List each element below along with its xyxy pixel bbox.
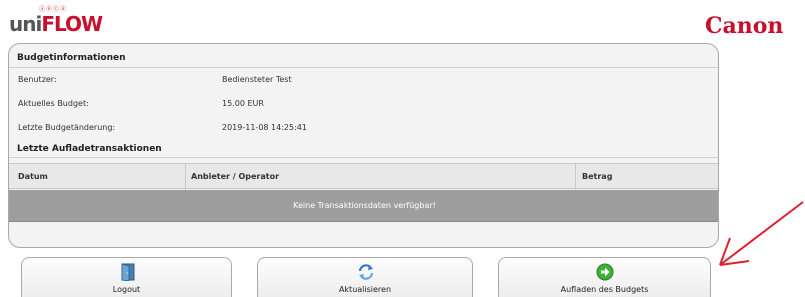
uniflow-logo-uni: uni [9, 12, 42, 36]
transactions-table-header: Datum Anbieter / Operator Betrag [9, 163, 718, 190]
column-divider [575, 164, 576, 190]
empty-message: Keine Transaktionsdaten verfügbar! [293, 201, 436, 210]
annotation-arrow [719, 201, 804, 266]
column-divider [185, 164, 186, 190]
charge-budget-label: Aufladen des Budgets [560, 285, 649, 294]
user-value: Bediensteter Test [222, 75, 292, 84]
last-change-value: 2019-11-08 14:25:41 [222, 123, 307, 132]
current-budget-value: 15.00 EUR [222, 99, 264, 108]
green-arrow-right-icon [596, 263, 614, 281]
uniflow-logo: ⓐⓑⓒⓓ uniFLOW [9, 4, 103, 36]
canon-logo: Canon [705, 13, 784, 39]
column-header-amount[interactable]: Betrag [582, 172, 612, 181]
user-label: Benutzer: [18, 75, 57, 84]
last-change-label: Letzte Budgetänderung: [18, 123, 116, 132]
column-header-date[interactable]: Datum [18, 172, 48, 181]
door-exit-icon [121, 263, 135, 281]
transactions-title: Letzte Aufladetransaktionen [17, 144, 162, 154]
refresh-arrows-icon [358, 264, 374, 280]
refresh-label: Aktualisieren [338, 285, 392, 294]
charge-budget-button[interactable]: Aufladen des Budgets [498, 257, 711, 297]
column-header-operator[interactable]: Anbieter / Operator [191, 172, 279, 181]
divider [9, 67, 718, 68]
logout-button[interactable]: Logout [21, 257, 232, 297]
transactions-empty-row: Keine Transaktionsdaten verfügbar! [9, 190, 718, 222]
divider [9, 157, 718, 158]
refresh-button[interactable]: Aktualisieren [257, 257, 473, 297]
uniflow-logo-text: uniFLOW [9, 12, 103, 36]
current-budget-label: Aktuelles Budget: [18, 99, 89, 108]
budget-info-title: Budgetinformationen [17, 53, 126, 63]
budget-panel: Budgetinformationen Benutzer: Bedienstet… [8, 43, 719, 248]
logout-label: Logout [112, 285, 141, 294]
uniflow-logo-flow: FLOW [41, 12, 103, 36]
